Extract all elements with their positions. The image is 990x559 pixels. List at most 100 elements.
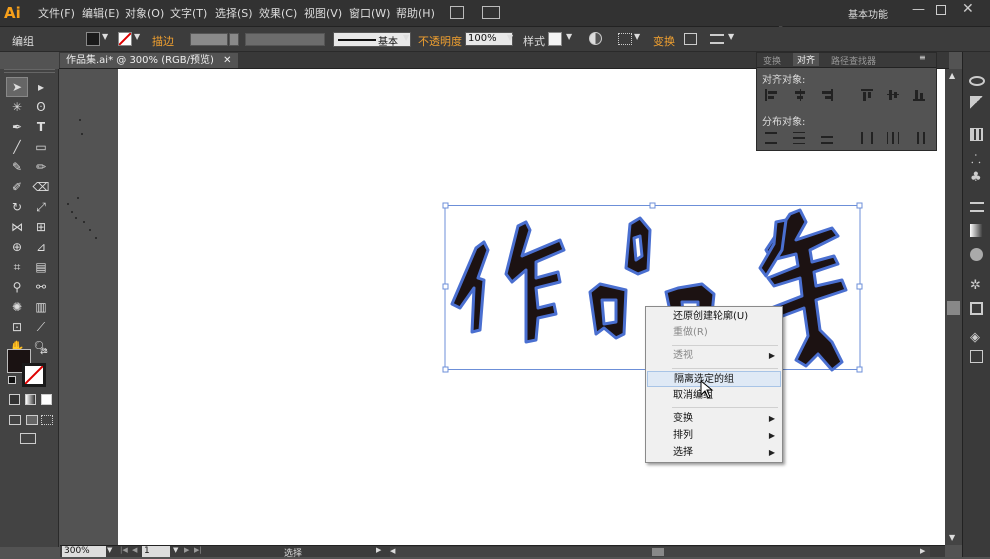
fill-swatch[interactable]: [86, 32, 100, 46]
menu-item-redo[interactable]: 重做(R): [647, 325, 781, 341]
prev-artboard-icon[interactable]: ◀: [132, 546, 137, 554]
pencil-tool-icon[interactable]: ✏: [30, 157, 52, 177]
symbol-sprayer-tool-icon[interactable]: ✺: [6, 297, 28, 317]
magic-wand-tool-icon[interactable]: ✳: [6, 97, 28, 117]
distribute-left-icon[interactable]: [861, 132, 873, 144]
menu-item-ungroup[interactable]: 取消编组: [647, 388, 781, 404]
align-top-icon[interactable]: [861, 89, 873, 101]
menu-effect[interactable]: 效果(C): [259, 5, 297, 21]
scroll-left-icon[interactable]: ◀: [390, 547, 395, 555]
perspective-grid-tool-icon[interactable]: ⊿: [30, 237, 52, 257]
distribute-top-icon[interactable]: [765, 132, 777, 144]
chevron-down-icon[interactable]: ▼: [566, 32, 572, 41]
mesh-tool-icon[interactable]: ⌗: [6, 257, 28, 277]
distribute-right-icon[interactable]: [913, 132, 925, 144]
graphic-style-swatch[interactable]: [548, 32, 562, 46]
artboards-icon[interactable]: [970, 302, 983, 315]
rotate-tool-icon[interactable]: ↻: [6, 197, 28, 217]
tab-align[interactable]: 对齐: [793, 53, 820, 66]
artboard-tool-icon[interactable]: ⊡: [6, 317, 28, 337]
pen-tool-icon[interactable]: ✒: [6, 117, 28, 137]
recolor-artwork-icon[interactable]: [589, 32, 602, 45]
first-artboard-icon[interactable]: |◀: [120, 546, 128, 554]
variable-width-profile[interactable]: [245, 33, 325, 46]
next-artboard-icon[interactable]: ▶: [184, 546, 189, 554]
free-transform-tool-icon[interactable]: ⊞: [30, 217, 52, 237]
blob-brush-tool-icon[interactable]: ✐: [6, 177, 28, 197]
align-right-icon[interactable]: [821, 89, 833, 101]
menu-item-arrange[interactable]: 排列 ▶: [647, 428, 781, 444]
gradient-mode-icon[interactable]: [25, 394, 36, 405]
menu-edit[interactable]: 编辑(E): [82, 5, 120, 21]
distribute-bottom-icon[interactable]: [821, 132, 833, 144]
maximize-icon[interactable]: [936, 5, 946, 15]
chevron-down-icon[interactable]: ▼: [107, 546, 112, 554]
symbols-icon[interactable]: ♣: [970, 170, 982, 185]
transform-label[interactable]: 变换: [653, 33, 675, 49]
transparency-icon[interactable]: [970, 248, 983, 261]
minimize-icon[interactable]: —: [912, 2, 925, 17]
chevron-down-icon[interactable]: ▼: [507, 33, 513, 42]
menu-window[interactable]: 窗口(W): [349, 5, 390, 21]
lasso-tool-icon[interactable]: ʘ: [30, 97, 52, 117]
default-colors-icon[interactable]: [8, 376, 16, 384]
scroll-thumb[interactable]: [652, 548, 664, 556]
menu-file[interactable]: 文件(F): [38, 5, 75, 21]
menu-item-transform[interactable]: 变换 ▶: [647, 411, 781, 427]
scroll-thumb[interactable]: [947, 301, 960, 315]
column-graph-tool-icon[interactable]: ▥: [30, 297, 52, 317]
stroke-weight-field[interactable]: [190, 33, 228, 46]
scroll-down-icon[interactable]: ▼: [949, 533, 955, 542]
document-tab[interactable]: 作品集.ai* @ 300% (RGB/预览) ✕: [60, 53, 238, 68]
chevron-down-icon[interactable]: ▼: [134, 32, 140, 41]
chevron-down-icon[interactable]: ▼: [728, 32, 734, 41]
align-vertical-center-icon[interactable]: [887, 89, 899, 101]
line-tool-icon[interactable]: ╱: [6, 137, 28, 157]
draw-normal-icon[interactable]: [9, 415, 21, 425]
tab-transform[interactable]: 变换: [763, 54, 781, 67]
paintbrush-tool-icon[interactable]: ✎: [6, 157, 28, 177]
blend-tool-icon[interactable]: ⚯: [30, 277, 52, 297]
scroll-right-icon[interactable]: ▶: [920, 547, 925, 555]
stroke-panel-icon[interactable]: [970, 202, 984, 212]
stroke-label[interactable]: 描边: [152, 33, 174, 49]
menu-type[interactable]: 文字(T): [170, 5, 207, 21]
direct-selection-tool-icon[interactable]: ▸: [30, 77, 52, 97]
distribute-vertical-center-icon[interactable]: [793, 132, 805, 144]
zoom-field[interactable]: 300%: [62, 546, 106, 557]
menu-item-perspective[interactable]: 透视 ▶: [647, 348, 781, 364]
layers-icon[interactable]: ◈: [970, 330, 980, 345]
panel-menu-icon[interactable]: ≡: [919, 53, 926, 62]
opacity-label[interactable]: 不透明度: [418, 33, 462, 49]
chevron-down-icon[interactable]: ▼: [102, 32, 108, 41]
swatches-icon[interactable]: [970, 128, 983, 141]
color-mode-icon[interactable]: [9, 394, 20, 405]
eyedropper-tool-icon[interactable]: ⚲: [6, 277, 28, 297]
gradient-panel-icon[interactable]: [970, 224, 983, 237]
none-mode-icon[interactable]: [41, 394, 52, 405]
isolate-icon[interactable]: [684, 33, 697, 45]
scroll-up-icon[interactable]: ▲: [949, 71, 955, 80]
width-tool-icon[interactable]: ⋈: [6, 217, 28, 237]
last-artboard-icon[interactable]: ▶|: [194, 546, 202, 554]
gradient-tool-icon[interactable]: ▤: [30, 257, 52, 277]
align-grid-icon[interactable]: [618, 33, 632, 45]
graphic-styles-icon[interactable]: ✲: [970, 278, 981, 293]
stroke-swatch[interactable]: [118, 32, 132, 46]
tab-pathfinder[interactable]: 路径查找器: [831, 54, 876, 67]
panel-grip[interactable]: [4, 69, 55, 73]
draw-behind-icon[interactable]: [26, 415, 38, 425]
shape-builder-tool-icon[interactable]: ⊕: [6, 237, 28, 257]
arrange-icon[interactable]: [710, 34, 724, 44]
vertical-scrollbar[interactable]: ▲ ▼: [945, 69, 962, 545]
appearance-icon[interactable]: [969, 76, 985, 86]
color-guide-icon[interactable]: [970, 96, 983, 109]
swap-fill-stroke-icon[interactable]: ⇄: [40, 347, 48, 357]
close-tab-icon[interactable]: ✕: [223, 55, 231, 66]
horizontal-scrollbar[interactable]: ◀ ▶: [390, 547, 930, 557]
screen-mode-icon[interactable]: [20, 433, 36, 444]
arrange-documents-icon[interactable]: [482, 6, 500, 19]
type-tool-icon[interactable]: T: [30, 117, 52, 137]
bridge-icon[interactable]: [450, 6, 464, 19]
align-bottom-icon[interactable]: [913, 89, 925, 101]
